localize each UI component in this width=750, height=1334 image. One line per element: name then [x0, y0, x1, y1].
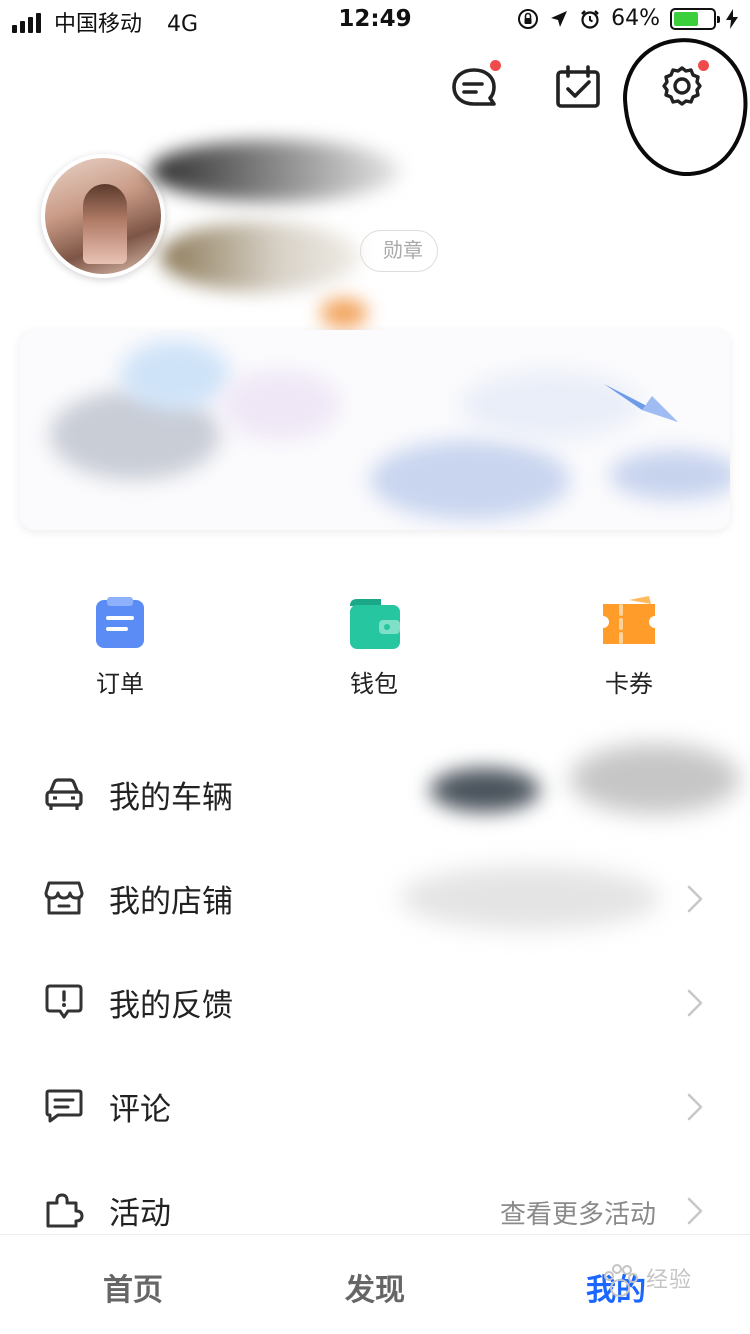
menu-item-my-store[interactable]: 我的店铺	[0, 846, 750, 950]
checkin-button[interactable]	[552, 62, 604, 114]
menu-item-label: 我的车辆	[109, 780, 233, 816]
car-icon	[45, 778, 83, 810]
chevron-right-icon	[687, 1197, 703, 1225]
battery-fill	[674, 11, 698, 26]
charging-bolt-icon	[726, 8, 738, 29]
redacted-user-info	[160, 222, 360, 292]
menu-item-my-feedback[interactable]: 我的反馈	[0, 950, 750, 1054]
view-more-activities-link[interactable]: 查看更多活动	[500, 1194, 656, 1231]
paper-plane-icon	[604, 384, 678, 422]
battery-icon	[670, 7, 720, 30]
menu-item-my-vehicles[interactable]: 我的车辆	[0, 742, 750, 846]
store-icon	[44, 881, 84, 915]
chevron-right-icon	[687, 989, 703, 1017]
watermark-text: 经验	[646, 1268, 693, 1293]
redacted-banner-art	[370, 440, 570, 520]
quick-action-label: 订单	[96, 670, 144, 698]
checkin-calendar-icon	[556, 65, 600, 108]
paw-logo-icon	[604, 1264, 638, 1297]
orientation-lock-icon	[518, 8, 539, 29]
quick-action-label: 钱包	[350, 670, 398, 698]
tab-discover[interactable]: 发现	[295, 1265, 455, 1309]
alarm-icon	[581, 9, 599, 29]
menu-item-label: 我的反馈	[109, 988, 233, 1024]
battery-percent: 64%	[611, 6, 660, 31]
menu-item-comments[interactable]: 评论	[0, 1054, 750, 1158]
location-arrow-icon	[551, 10, 568, 27]
redacted-vehicle-info	[570, 744, 740, 814]
chevron-right-icon	[687, 1093, 703, 1121]
promo-banner[interactable]	[20, 330, 730, 530]
quick-action-coupon[interactable]: 卡券	[554, 596, 704, 699]
baidu-jingyan-watermark: 经验	[600, 1256, 714, 1312]
quick-action-order[interactable]: 订单	[45, 596, 195, 699]
status-bar: 中国移动 4G 12:49 64%	[0, 0, 750, 40]
redacted-store-info	[400, 866, 660, 930]
notification-dot	[490, 60, 501, 71]
menu-item-label: 评论	[109, 1092, 171, 1128]
quick-action-wallet[interactable]: 钱包	[299, 596, 449, 699]
chevron-right-icon	[687, 885, 703, 913]
menu-item-label: 活动	[109, 1196, 171, 1232]
redacted-banner-art	[120, 340, 230, 410]
redacted-username	[150, 140, 400, 202]
puzzle-icon	[46, 1193, 84, 1228]
order-icon	[96, 597, 144, 648]
menu-item-label: 我的店铺	[109, 884, 233, 920]
redacted-level-tag	[320, 298, 368, 328]
redacted-banner-art	[610, 450, 730, 500]
status-right: 64%	[517, 6, 738, 31]
avatar-figure	[83, 184, 127, 264]
coupon-icon	[603, 596, 655, 644]
redacted-banner-art	[220, 370, 340, 440]
redacted-vehicle-info	[430, 768, 540, 812]
message-button[interactable]	[448, 60, 501, 114]
medal-badge-button[interactable]: 勋章	[360, 230, 438, 272]
wallet-icon	[350, 599, 400, 649]
avatar[interactable]	[41, 154, 165, 278]
hand-drawn-circle-annotation	[617, 31, 750, 183]
comment-icon	[45, 1089, 83, 1123]
tab-home[interactable]: 首页	[53, 1265, 213, 1309]
feedback-icon	[45, 984, 83, 1019]
quick-action-label: 卡券	[605, 670, 653, 698]
